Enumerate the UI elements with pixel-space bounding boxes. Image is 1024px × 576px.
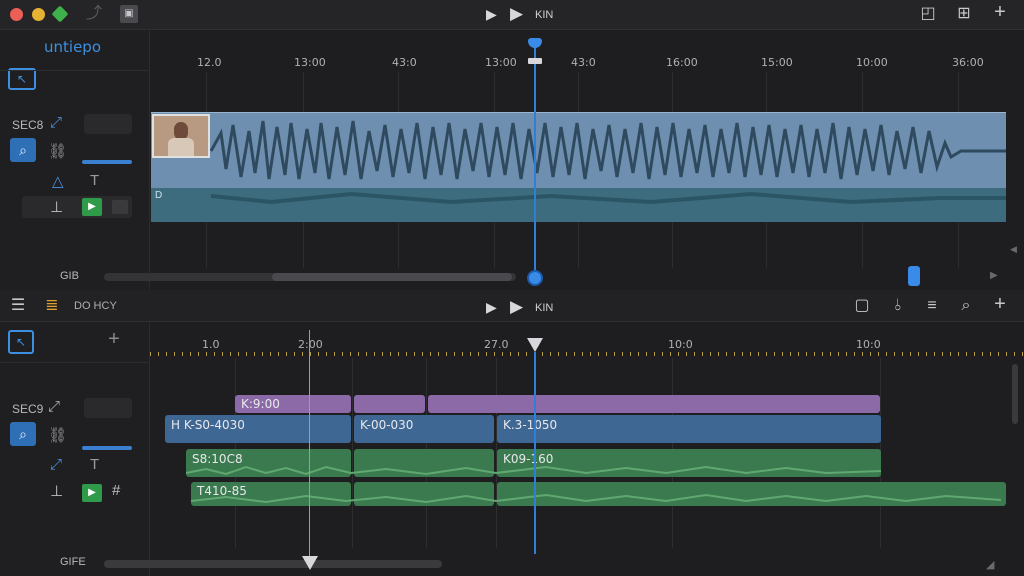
search-icon[interactable]: ⌕ [10, 422, 36, 446]
link-icon[interactable]: ⛓ [48, 426, 67, 444]
playhead-bottom-handle[interactable] [527, 270, 543, 286]
top-sidebar: ↖ untiepo SEC8 ⤢ ⌕ ⛓ △ T ⊥ ▶ GIB [0, 30, 150, 290]
sidebar-footer-label: GIFE [60, 556, 86, 568]
timeline-clip[interactable] [428, 395, 880, 413]
video-waveform [209, 120, 1006, 180]
clock-icon[interactable]: ◰ [918, 5, 938, 23]
timeline-clip[interactable]: K:9:00 [235, 395, 351, 413]
ruler-tick-label: 2:00 [298, 338, 323, 351]
maximize-window-button[interactable] [51, 5, 69, 23]
close-window-button[interactable] [10, 8, 23, 21]
warning-icon[interactable]: △ [52, 172, 64, 190]
expand-icon[interactable]: ⤢ [48, 398, 60, 415]
filter-icon[interactable]: ≡ [922, 297, 942, 315]
resize-corner-icon[interactable]: ◢ [986, 558, 994, 571]
undo-icon[interactable]: ⤴ [86, 5, 102, 23]
save-icon[interactable]: ▣ [120, 5, 138, 23]
menu-icon[interactable]: ☰ [8, 297, 28, 315]
vertical-scrollbar[interactable] [1012, 364, 1018, 424]
ruler-ticks [150, 352, 1024, 356]
ruler-tick-label: 27.0 [484, 338, 509, 351]
ruler-tick-label: 10:0 [668, 338, 693, 351]
text-icon[interactable]: T [90, 456, 99, 473]
ruler-tick-label: 43:0 [392, 56, 417, 69]
sidebar-footer-label: GIB [60, 270, 79, 282]
search-icon[interactable]: ⌕ [956, 297, 976, 315]
top-ruler[interactable]: 12.0 13:00 43:0 13:00 43:0 16:00 15:00 1… [150, 50, 1024, 72]
ruler-tick-label: 13:00 [294, 56, 326, 69]
timeline-clip[interactable]: K.3-1050 [497, 415, 881, 443]
ruler-tick-label: 12.0 [197, 56, 222, 69]
scroll-left-icon[interactable]: ◀ [1010, 244, 1017, 255]
transport-label: KIN [535, 302, 554, 314]
volume-slider[interactable] [82, 446, 132, 450]
title-bar: ⤴ ▣ ▶ ▶ KIN ◰ ⊞ + [0, 0, 1024, 30]
playhead-handle[interactable] [527, 338, 543, 352]
trim-icon[interactable]: ⫰ [888, 297, 908, 315]
playhead-line[interactable] [534, 352, 536, 554]
tracks-icon[interactable]: ≣ [42, 297, 62, 315]
scroll-right-icon[interactable]: ▶ [990, 270, 998, 281]
bottom-ruler[interactable]: 1.0 2:00 27.0 10:0 10:0 [150, 332, 1024, 358]
video-clip[interactable] [151, 112, 1006, 188]
play-track-button[interactable]: ▶ [82, 484, 102, 502]
ruler-tick-label: 15:00 [761, 56, 793, 69]
app-logo-text: untiepo [44, 38, 101, 56]
add-track-icon[interactable]: + [104, 329, 124, 349]
window-icon[interactable]: ▢ [852, 297, 872, 315]
link-icon[interactable]: ⛓ [48, 142, 67, 160]
ruler-tick-label: 43:0 [571, 56, 596, 69]
bottom-toolbar: ☰ ≣ DO HCY ▶ ▶ KIN ▢ ⫰ ≡ ⌕ + [0, 290, 1024, 322]
play-track-button[interactable]: ▶ [82, 198, 102, 216]
track-field[interactable] [84, 398, 132, 418]
grid-icon[interactable]: ⊞ [954, 5, 974, 23]
transport-label: KIN [535, 9, 554, 21]
playhead-marker [528, 58, 542, 64]
ruler-tick-label: 36:00 [952, 56, 984, 69]
search-icon[interactable]: ⌕ [10, 138, 36, 162]
minimize-window-button[interactable] [32, 8, 45, 21]
timeline-clip[interactable]: H K-S0-4030 [165, 415, 351, 443]
playhead-line[interactable] [534, 40, 536, 280]
timeline-clip[interactable] [354, 395, 425, 413]
stop-icon[interactable] [112, 200, 128, 214]
grid-icon[interactable]: # [112, 482, 120, 499]
step-play-icon[interactable]: ▶ [486, 299, 497, 316]
ruler-tick-label: 13:00 [485, 56, 517, 69]
ruler-tick-label: 10:00 [856, 56, 888, 69]
audio-track[interactable]: D [151, 188, 1006, 222]
track-field[interactable] [84, 114, 132, 134]
bottom-horizontal-scrollbar[interactable] [104, 560, 442, 568]
scroll-position-marker[interactable] [302, 556, 318, 570]
zoom-slider-handle[interactable] [908, 266, 920, 286]
play-icon[interactable]: ▶ [510, 297, 523, 317]
select-tool-icon[interactable]: ↖ [8, 330, 34, 354]
top-scroll-thumb[interactable] [272, 273, 512, 281]
timeline-clip[interactable]: K-00-030 [354, 415, 494, 443]
clip-thumbnail [152, 114, 210, 158]
in-point-marker[interactable] [309, 330, 310, 564]
text-icon[interactable]: T [90, 172, 99, 189]
bottom-header-label: DO HCY [74, 300, 117, 312]
track-label: SEC8 [12, 118, 44, 132]
bottom-sidebar: ↖ + SEC9 ⤢ ⌕ ⛓ ⤢ T ⊥ ▶ # GIFE [0, 322, 150, 576]
resize-icon[interactable]: ⤢ [50, 456, 62, 473]
plus-icon[interactable]: + [990, 2, 1010, 22]
crop-icon[interactable]: ⊥ [50, 482, 63, 500]
track-label: SEC9 [12, 402, 44, 416]
ruler-tick-label: 16:00 [666, 56, 698, 69]
ruler-tick-label: 10:0 [856, 338, 881, 351]
step-play-icon[interactable]: ▶ [486, 6, 497, 23]
volume-slider[interactable] [82, 160, 132, 164]
play-icon[interactable]: ▶ [510, 4, 523, 24]
crop-icon[interactable]: ⊥ [50, 198, 63, 216]
ruler-tick-label: 1.0 [202, 338, 220, 351]
app-logo-icon: ↖ [8, 68, 36, 90]
resize-icon[interactable]: ⤢ [50, 114, 62, 131]
plus-icon[interactable]: + [990, 294, 1010, 314]
